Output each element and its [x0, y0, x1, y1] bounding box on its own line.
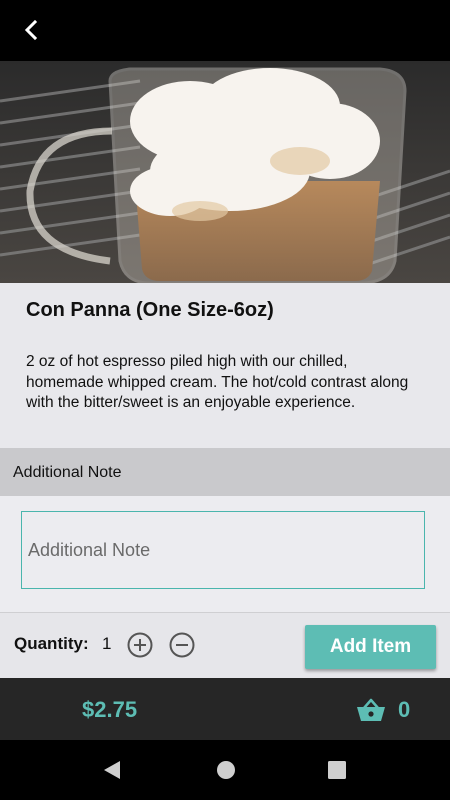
- plus-circle-icon: [127, 632, 153, 658]
- system-home-button[interactable]: [215, 759, 237, 781]
- chevron-left-icon: [24, 19, 38, 41]
- product-photo: [0, 61, 450, 283]
- decrease-quantity-button[interactable]: [169, 632, 195, 658]
- basket-icon: [357, 698, 385, 721]
- quantity-value: 1: [102, 634, 112, 653]
- increase-quantity-button[interactable]: [127, 632, 153, 658]
- circle-home-icon: [217, 761, 235, 779]
- additional-note-header-label: Additional Note: [13, 464, 122, 481]
- product-title: Con Panna (One Size-6oz): [26, 299, 274, 321]
- additional-note-input[interactable]: [21, 511, 425, 589]
- product-details: Con Panna (One Size-6oz) 2 oz of hot esp…: [0, 283, 450, 448]
- quantity-label: Quantity:: [14, 634, 89, 653]
- system-nav-bar: [0, 740, 450, 800]
- back-button[interactable]: [18, 16, 46, 44]
- system-recent-apps-button[interactable]: [327, 760, 347, 780]
- top-app-bar: [0, 0, 450, 61]
- system-back-button[interactable]: [101, 759, 123, 781]
- cart-bar: $2.75 0: [0, 678, 450, 740]
- square-recent-icon: [328, 761, 346, 779]
- additional-note-section: [0, 496, 450, 612]
- triangle-back-icon: [104, 761, 120, 779]
- cart-button[interactable]: [356, 697, 386, 723]
- additional-note-header: Additional Note: [0, 448, 450, 496]
- add-item-button[interactable]: Add Item: [305, 625, 436, 669]
- quantity-row: Quantity: 1 Add Item: [0, 612, 450, 679]
- cart-count: 0: [398, 697, 411, 722]
- minus-circle-icon: [169, 632, 195, 658]
- product-description: 2 oz of hot espresso piled high with our…: [26, 353, 409, 411]
- cart-total: $2.75: [82, 697, 138, 722]
